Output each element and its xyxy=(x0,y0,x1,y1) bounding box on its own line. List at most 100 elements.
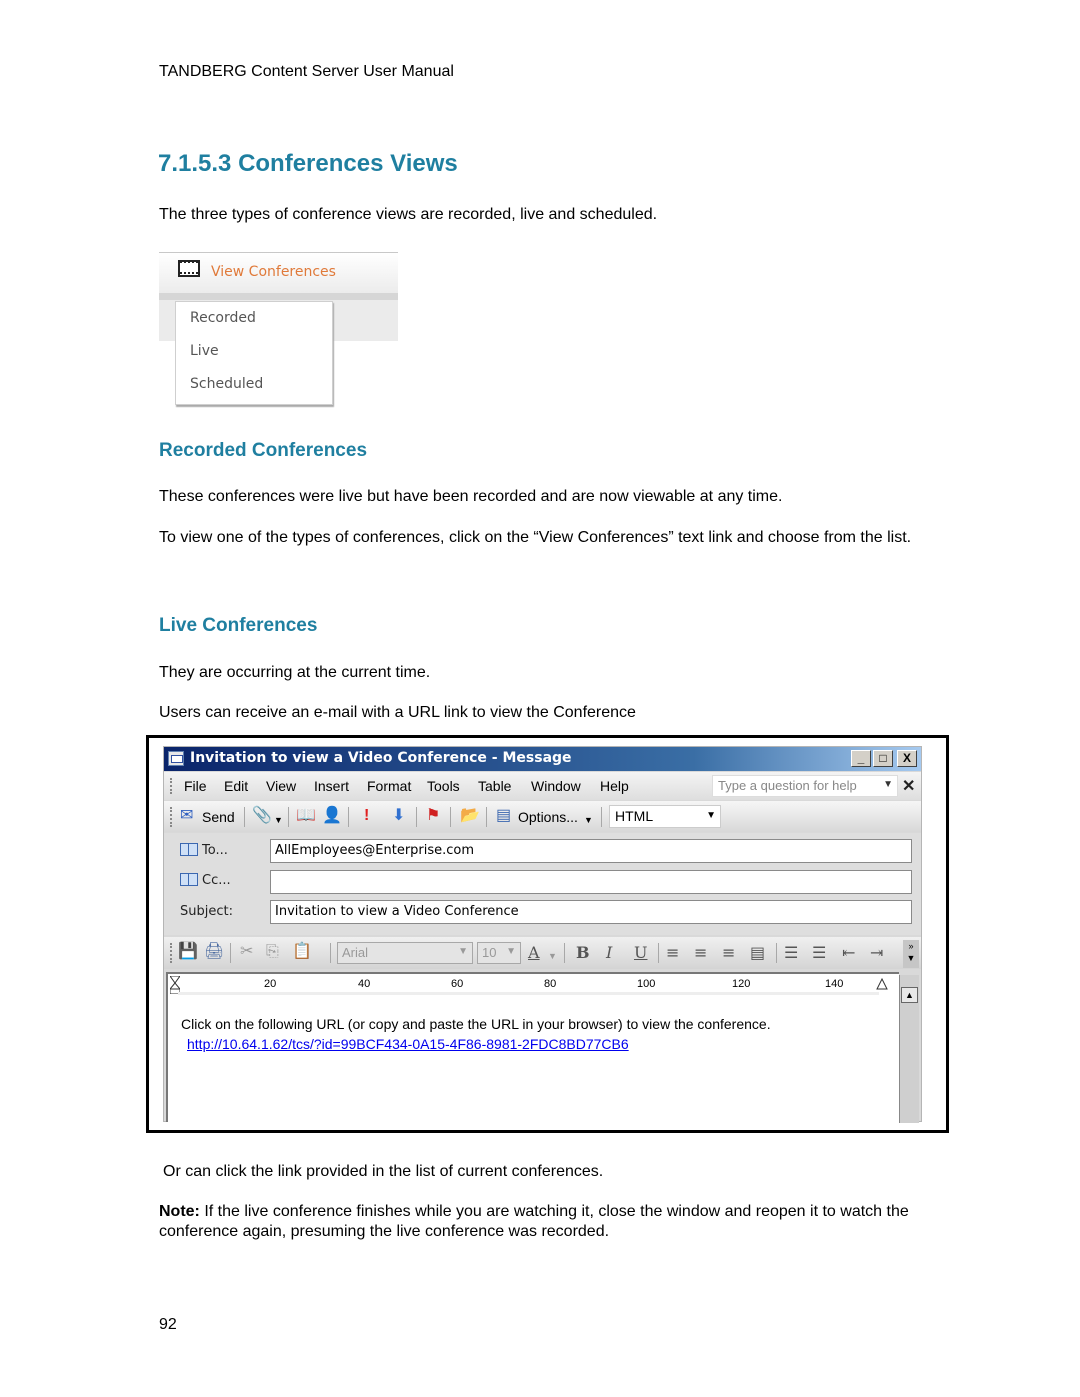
numbered-list-icon[interactable]: ☰ xyxy=(784,943,798,962)
message-body-text: Click on the following URL (or copy and … xyxy=(181,1014,881,1054)
vertical-scrollbar[interactable]: ▲ xyxy=(899,975,919,1123)
minimize-button[interactable]: _ xyxy=(851,750,871,767)
divider xyxy=(159,293,398,300)
paste-icon[interactable]: 📋 xyxy=(292,943,312,961)
cc-button[interactable]: Cc... xyxy=(180,873,231,888)
font-size-value: 10 xyxy=(482,945,497,960)
save-icon[interactable]: 💾 xyxy=(178,943,198,961)
grip-handle[interactable] xyxy=(170,807,173,827)
ruler-number: 20 xyxy=(264,978,277,990)
to-button[interactable]: To... xyxy=(180,843,228,858)
close-document-icon[interactable]: ✕ xyxy=(902,776,915,796)
separator xyxy=(564,943,565,963)
separator xyxy=(288,807,289,827)
ruler-number: 100 xyxy=(637,978,656,990)
maximize-button[interactable]: □ xyxy=(873,750,893,767)
justify-icon[interactable]: ▤ xyxy=(750,943,765,962)
cut-icon[interactable]: ✂ xyxy=(240,943,253,961)
grip-handle[interactable] xyxy=(170,778,173,794)
live-heading: Live Conferences xyxy=(159,615,318,636)
bold-icon[interactable]: B xyxy=(576,943,590,962)
chevron-down-icon: ▼ xyxy=(458,946,468,957)
address-book-icon[interactable]: 📖 xyxy=(296,807,316,825)
bullet-list-icon[interactable]: ☰ xyxy=(812,943,826,962)
scroll-up-arrow-icon[interactable]: ▲ xyxy=(901,987,918,1003)
view-conferences-link[interactable]: View Conferences xyxy=(211,264,336,280)
message-body[interactable]: Click on the following URL (or copy and … xyxy=(166,996,899,1122)
live-paragraph: Users can receive an e-mail with a URL l… xyxy=(159,704,636,721)
menu-insert[interactable]: Insert xyxy=(314,778,349,794)
align-center-icon[interactable]: ≡ xyxy=(694,943,707,962)
chevron-down-icon[interactable]: ▼ xyxy=(548,947,557,965)
grip-handle[interactable] xyxy=(170,943,173,963)
to-field[interactable]: AllEmployees@Enterprise.com xyxy=(270,839,912,863)
align-right-icon[interactable]: ≡ xyxy=(722,943,735,962)
section-title: 7.1.5.3 Conferences Views xyxy=(158,150,458,177)
help-placeholder: Type a question for help xyxy=(718,778,857,793)
options-icon[interactable]: ▤ xyxy=(496,807,511,825)
chevron-down-icon[interactable]: ▼ xyxy=(274,811,283,829)
font-color-icon[interactable]: A xyxy=(528,943,540,962)
underline-icon[interactable]: U xyxy=(634,943,647,962)
right-indent-marker-icon[interactable] xyxy=(876,978,888,990)
chevron-down-icon[interactable]: ▼ xyxy=(584,811,593,829)
separator xyxy=(658,943,659,963)
address-book-icon xyxy=(180,873,198,886)
menu-file[interactable]: File xyxy=(184,778,207,794)
ruler: 20 40 60 80 100 120 140 xyxy=(166,972,899,996)
attach-icon[interactable]: 📎 xyxy=(252,807,272,825)
menu-window[interactable]: Window xyxy=(531,778,581,794)
print-icon[interactable]: 🖨 xyxy=(204,943,224,961)
align-left-icon[interactable]: ≡ xyxy=(666,943,679,962)
page-number: 92 xyxy=(159,1316,177,1333)
subject-label: Subject: xyxy=(180,904,233,919)
send-icon[interactable]: ✉ xyxy=(180,807,193,825)
close-button[interactable]: X xyxy=(897,750,917,767)
flag-icon[interactable]: ⚑ xyxy=(426,807,440,825)
live-paragraph: They are occurring at the current time. xyxy=(159,664,431,681)
separator xyxy=(486,807,487,827)
separator xyxy=(230,943,231,963)
menu-tools[interactable]: Tools xyxy=(427,778,460,794)
menu-item-recorded[interactable]: Recorded xyxy=(190,310,256,326)
title-bar: Invitation to view a Video Conference - … xyxy=(164,747,921,771)
separator xyxy=(601,807,602,827)
menu-help[interactable]: Help xyxy=(600,778,629,794)
menu-table[interactable]: Table xyxy=(478,778,511,794)
menu-item-live[interactable]: Live xyxy=(190,343,219,359)
message-icon xyxy=(168,751,184,766)
font-size-select[interactable]: 10 ▼ xyxy=(477,942,521,964)
increase-indent-icon[interactable]: ⇥ xyxy=(870,943,883,962)
recorded-paragraph: These conferences were live but have bee… xyxy=(159,488,783,505)
send-button[interactable]: Send xyxy=(202,809,235,825)
view-conferences-widget: View Conferences Recorded Live Scheduled xyxy=(159,252,398,412)
help-search-input[interactable]: Type a question for help ▼ xyxy=(712,775,898,797)
menu-format[interactable]: Format xyxy=(367,778,411,794)
separator xyxy=(244,807,245,827)
open-folder-icon[interactable]: 📂 xyxy=(460,807,480,825)
importance-low-icon[interactable]: ⬇ xyxy=(392,807,405,825)
cc-field[interactable] xyxy=(270,870,912,894)
note-paragraph: Note: If the live conference finishes wh… xyxy=(159,1202,919,1242)
subject-field[interactable]: Invitation to view a Video Conference xyxy=(270,900,912,924)
message-format-select[interactable]: HTML ▼ xyxy=(609,805,721,828)
section-intro: The three types of conference views are … xyxy=(159,206,658,223)
ruler-number: 80 xyxy=(544,978,557,990)
copy-icon[interactable]: ⎘ xyxy=(266,943,279,961)
options-button[interactable]: Options... xyxy=(518,809,578,825)
check-names-icon[interactable]: 👤 xyxy=(322,807,342,825)
font-name-select[interactable]: Arial ▼ xyxy=(337,942,473,964)
importance-high-icon[interactable]: ! xyxy=(364,807,369,825)
address-book-icon xyxy=(180,843,198,856)
recorded-paragraph: To view one of the types of conferences,… xyxy=(159,529,912,546)
decrease-indent-icon[interactable]: ⇤ xyxy=(842,943,855,962)
menu-item-scheduled[interactable]: Scheduled xyxy=(190,376,263,392)
chevron-down-icon[interactable]: ▼ xyxy=(883,779,893,790)
recorded-heading: Recorded Conferences xyxy=(159,440,368,461)
italic-icon[interactable]: I xyxy=(606,943,612,962)
toolbar-options-chevron[interactable]: » ▼ xyxy=(903,940,919,968)
film-icon xyxy=(178,260,200,277)
menu-view[interactable]: View xyxy=(266,778,296,794)
conference-url-link[interactable]: http://10.64.1.62/tcs/?id=99BCF434-0A15-… xyxy=(187,1036,629,1052)
menu-edit[interactable]: Edit xyxy=(224,778,248,794)
